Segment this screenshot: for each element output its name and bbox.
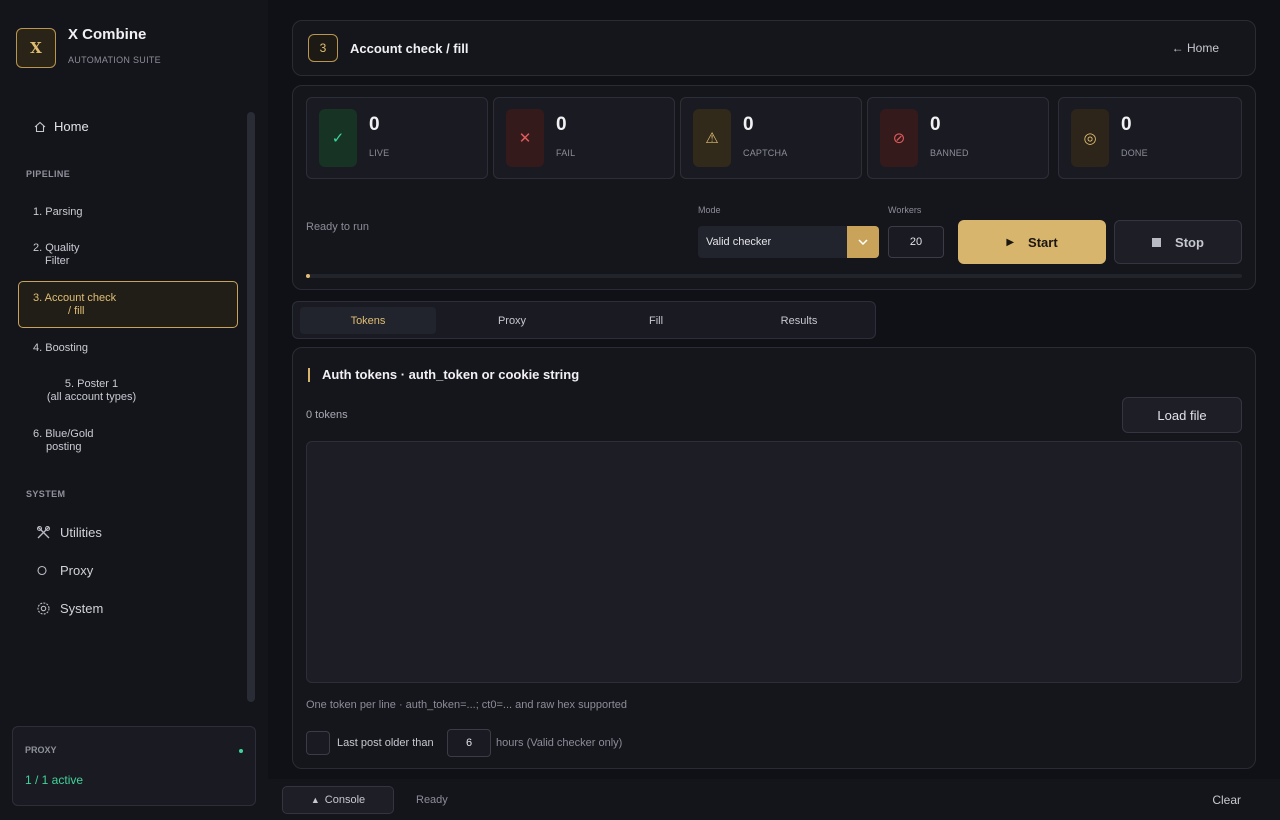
brand-name: X Combine [68, 26, 147, 43]
section-label-pipeline: PIPELINE [26, 169, 71, 179]
cross-icon: ✕ [506, 109, 544, 167]
home-link[interactable]: ← Home [1172, 41, 1219, 55]
tokens-textarea[interactable] [306, 441, 1242, 683]
stat-label: FAIL [556, 148, 576, 158]
step-badge: 3 [308, 34, 338, 62]
stat-card-done: ◎ 0 DONE [1058, 97, 1242, 179]
sidebar-item-system[interactable]: System [36, 601, 103, 616]
sidebar-item-label: Home [54, 119, 89, 134]
sidebar-item-label: Utilities [60, 525, 102, 540]
tokens-hint: One token per line · auth_token=...; ct0… [306, 699, 628, 711]
play-icon: ▶ [1006, 236, 1015, 248]
tab-tokens[interactable]: Tokens [300, 307, 436, 334]
run-status-text: Ready to run [306, 221, 369, 233]
last-post-checkbox[interactable] [306, 731, 330, 755]
sidebar-item-label: System [60, 601, 104, 616]
stat-label: CAPTCHA [743, 148, 788, 158]
stop-button[interactable]: Stop [1114, 220, 1242, 264]
stats-panel: ✓ 0 LIVE ✕ 0 FAIL ⚠ 0 CAPTCHA ⊘ 0 BANNED… [292, 85, 1256, 290]
tab-bar: Tokens Proxy Fill Results [292, 301, 876, 339]
stat-label: DONE [1121, 148, 1148, 158]
sidebar-item-account-check[interactable]: 3. Account check / fill [18, 281, 238, 328]
progress-bar-fill [306, 274, 310, 278]
sidebar-item-home[interactable]: Home [34, 119, 89, 134]
stat-card-banned: ⊘ 0 BANNED [867, 97, 1049, 179]
stop-button-label: Stop [1175, 234, 1204, 250]
sidebar: X X Combine AUTOMATION SUITE Home PIPELI… [0, 0, 268, 820]
home-icon [34, 121, 46, 132]
status-dot-icon [239, 749, 243, 753]
mode-label: Mode [698, 205, 721, 215]
console-button-label: Console [324, 794, 366, 806]
sidebar-item-boosting[interactable]: 4. Boosting [18, 342, 238, 355]
proxy-status-label: PROXY [25, 745, 57, 755]
sidebar-item-poster-1[interactable]: 5. Poster 1 (all account types) [18, 378, 148, 404]
tab-results[interactable]: Results [731, 307, 867, 334]
tokens-panel: Auth tokens · auth_token or cookie strin… [292, 347, 1256, 769]
sidebar-scrollbar[interactable] [247, 112, 255, 702]
mode-select-value: Valid checker [706, 236, 772, 248]
brand-logo: X [16, 28, 56, 68]
stat-value: 0 [1121, 114, 1132, 135]
brand: X X Combine AUTOMATION SUITE [16, 26, 161, 68]
gear-icon [36, 601, 51, 616]
progress-bar [306, 274, 1242, 278]
triangle-up-icon: ▲ [310, 795, 320, 805]
proxy-status-box: PROXY 1 / 1 active [12, 726, 256, 806]
stat-value: 0 [369, 114, 380, 135]
sidebar-item-utilities[interactable]: Utilities [36, 525, 102, 540]
tab-proxy[interactable]: Proxy [444, 307, 580, 334]
stat-card-captcha: ⚠ 0 CAPTCHA [680, 97, 862, 179]
ban-icon: ⊘ [880, 109, 918, 167]
circle-icon [36, 563, 51, 578]
sidebar-item-blue-gold-posting[interactable]: 6. Blue/Gold posting [18, 428, 238, 454]
chevron-down-icon[interactable] [847, 226, 879, 258]
tab-fill[interactable]: Fill [588, 307, 724, 334]
brand-subtitle: AUTOMATION SUITE [68, 55, 161, 65]
start-button[interactable]: ▶ Start [958, 220, 1106, 264]
load-file-button[interactable]: Load file [1122, 397, 1242, 433]
stat-label: LIVE [369, 148, 390, 158]
last-post-label: Last post older than [337, 737, 434, 749]
stat-value: 0 [556, 114, 567, 135]
check-icon: ✓ [319, 109, 357, 167]
console-toggle-button[interactable]: ▲ Console [282, 786, 394, 814]
sidebar-item-proxy[interactable]: Proxy [36, 563, 93, 578]
token-count: 0 tokens [306, 409, 348, 421]
footer-status: Ready [416, 794, 448, 806]
sidebar-item-parsing[interactable]: 1. Parsing [18, 206, 238, 219]
start-button-label: Start [1028, 234, 1058, 250]
stat-card-live: ✓ 0 LIVE [306, 97, 488, 179]
section-label-system: SYSTEM [26, 489, 66, 499]
warning-icon: ⚠ [693, 109, 731, 167]
workers-label: Workers [888, 205, 922, 215]
sidebar-item-quality-filter[interactable]: 2. Quality Filter [18, 242, 238, 268]
footer-bar: ▲ Console Ready Clear [268, 779, 1280, 820]
stat-card-fail: ✕ 0 FAIL [493, 97, 675, 179]
stop-icon [1152, 237, 1162, 247]
page-title: Account check / fill [350, 41, 469, 56]
tokens-panel-title: Auth tokens · auth_token or cookie strin… [308, 368, 579, 382]
target-icon: ◎ [1071, 109, 1109, 167]
page-header: 3 Account check / fill ← Home [292, 20, 1256, 76]
clear-button[interactable]: Clear [1212, 793, 1241, 807]
hours-input[interactable] [447, 729, 491, 757]
stat-value: 0 [930, 114, 941, 135]
sidebar-item-label: Proxy [60, 563, 94, 578]
workers-input[interactable] [888, 226, 944, 258]
stat-label: BANNED [930, 148, 969, 158]
hours-suffix-label: hours (Valid checker only) [496, 737, 623, 749]
tools-icon [36, 525, 51, 540]
mode-select[interactable]: Valid checker [698, 226, 879, 258]
proxy-status-value: 1 / 1 active [25, 773, 84, 787]
stat-value: 0 [743, 114, 754, 135]
